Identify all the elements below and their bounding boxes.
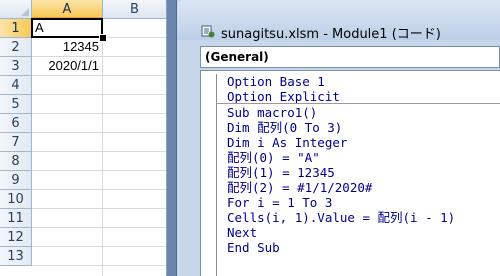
- row-header-13[interactable]: 13: [0, 247, 32, 266]
- gridline: [32, 113, 166, 114]
- gridline: [32, 246, 166, 247]
- procedure-separator: [216, 103, 500, 104]
- code-line: End Sub: [227, 240, 280, 255]
- title-bar[interactable]: sunagitsu.xlsm - Module1 (コード): [177, 0, 500, 42]
- code-line: Option Base 1: [227, 74, 325, 89]
- column-header-a[interactable]: A: [32, 0, 103, 19]
- fill-handle[interactable]: [99, 34, 107, 42]
- row-header-10[interactable]: 10: [0, 190, 32, 209]
- object-dropdown[interactable]: (General): [200, 46, 500, 68]
- gridline: [32, 170, 166, 171]
- code-line: For i = 1 To 3: [227, 195, 333, 210]
- gridline: [32, 208, 166, 209]
- row-header-5[interactable]: 5: [0, 95, 32, 114]
- select-all-corner[interactable]: [0, 0, 32, 19]
- row-header-4[interactable]: 4: [0, 76, 32, 95]
- code-line: 配列(1) = 12345: [227, 165, 335, 180]
- row-header-8[interactable]: 8: [0, 152, 32, 171]
- object-dropdown-value: (General): [205, 50, 269, 64]
- gridline: [102, 19, 103, 276]
- code-line: Next: [227, 225, 258, 240]
- gridline: [32, 132, 166, 133]
- vba-module-icon: [201, 25, 215, 38]
- gridline: [32, 227, 166, 228]
- row-header-9[interactable]: 9: [0, 171, 32, 190]
- row-header-11[interactable]: 11: [0, 209, 32, 228]
- gridline: [32, 189, 166, 190]
- code-line: Dim 配列(0 To 3): [227, 120, 343, 135]
- code-margin-indicator: [216, 74, 217, 276]
- code-line: Dim i As Integer: [227, 135, 348, 150]
- row-header-3[interactable]: 3: [0, 57, 32, 76]
- cell-a3[interactable]: 2020/1/1: [35, 57, 99, 75]
- cell-a2[interactable]: 12345: [35, 38, 99, 56]
- row-header-2[interactable]: 2: [0, 38, 32, 57]
- code-line: Sub macro1(): [227, 105, 318, 120]
- gridline: [32, 151, 166, 152]
- code-line: 配列(0) = "A": [227, 150, 320, 165]
- gridline: [32, 75, 166, 76]
- code-line: Cells(i, 1).Value = 配列(i - 1): [227, 210, 456, 225]
- code-line: Option Explicit: [227, 89, 340, 104]
- window-title: sunagitsu.xlsm - Module1 (コード): [221, 27, 441, 42]
- active-cell-border: [31, 18, 103, 38]
- column-header-b[interactable]: B: [103, 0, 166, 19]
- row-header-1[interactable]: 1: [0, 19, 32, 38]
- gridline: [32, 94, 166, 95]
- row-header-6[interactable]: 6: [0, 114, 32, 133]
- row-header-7[interactable]: 7: [0, 133, 32, 152]
- gridline: [32, 265, 166, 266]
- worksheet: A B 1 2 3 4 5 6 7 8 9 10 11 12 13 A 1234…: [0, 0, 167, 276]
- code-line: 配列(2) = #1/1/2020#: [227, 180, 373, 195]
- row-header-12[interactable]: 12: [0, 228, 32, 247]
